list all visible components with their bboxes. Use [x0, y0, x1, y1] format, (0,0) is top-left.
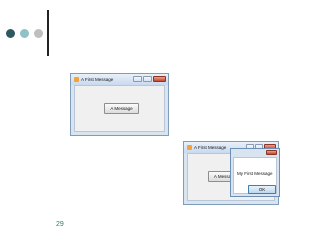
minimize-button[interactable] [133, 76, 142, 82]
window-title: A First Message [81, 77, 114, 82]
app-icon [187, 145, 192, 150]
window-title: A First Message [194, 145, 227, 150]
form-client-area: A Message [74, 85, 165, 132]
app-icon [74, 77, 79, 82]
decor-dot-gray [34, 29, 43, 38]
close-button[interactable] [153, 76, 166, 82]
maximize-button[interactable] [143, 76, 152, 82]
titlebar[interactable]: A First Message [71, 74, 168, 85]
msgbox-close-button[interactable] [266, 150, 277, 155]
decor-dot-teal [20, 29, 29, 38]
message-text: My First Message [237, 171, 273, 176]
window-first-message: A First Message A Message [70, 73, 169, 136]
a-message-button[interactable]: A Message [104, 103, 139, 114]
message-box-dialog: My First Message OK [230, 148, 280, 197]
decor-dot-dark [6, 29, 15, 38]
page-number: 29 [56, 221, 64, 228]
msgbox-client-area: My First Message OK [233, 157, 277, 194]
ok-button[interactable]: OK [248, 185, 276, 194]
decor-divider [47, 10, 49, 56]
